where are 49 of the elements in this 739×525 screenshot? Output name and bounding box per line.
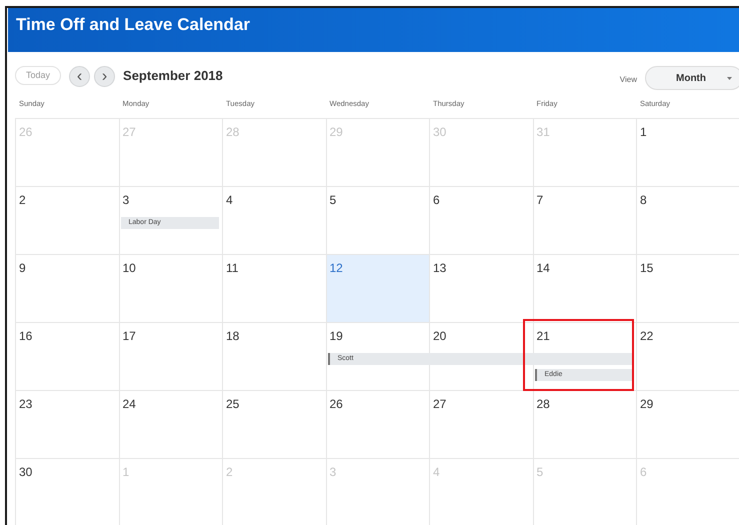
day-number: 28 bbox=[225, 124, 240, 141]
day-number: 3 bbox=[122, 192, 130, 209]
day-number: 19 bbox=[328, 328, 344, 345]
day-number: 31 bbox=[536, 124, 551, 141]
day-number: 4 bbox=[225, 192, 234, 209]
day-number: 5 bbox=[328, 192, 338, 209]
day-number: 1 bbox=[639, 124, 648, 141]
day-number: 27 bbox=[122, 124, 137, 141]
day-number: 3 bbox=[328, 464, 338, 481]
day-number: 9 bbox=[18, 260, 27, 277]
day-number: 10 bbox=[122, 260, 137, 277]
day-number: 6 bbox=[639, 464, 648, 481]
day-number: 23 bbox=[18, 396, 34, 413]
day-number: 26 bbox=[18, 124, 34, 141]
day-number: 28 bbox=[536, 396, 551, 413]
page-title: Time Off and Leave Calendar bbox=[16, 15, 251, 36]
day-number: 15 bbox=[639, 260, 654, 277]
day-number: 30 bbox=[432, 124, 448, 141]
day-number: 5 bbox=[536, 464, 544, 481]
day-number: 20 bbox=[432, 328, 448, 345]
day-number: 17 bbox=[122, 328, 137, 345]
day-number: 24 bbox=[122, 396, 137, 413]
day-number: 4 bbox=[432, 464, 441, 481]
view-dropdown[interactable]: Month bbox=[645, 66, 739, 90]
day-number: 21 bbox=[536, 328, 551, 345]
day-number: 13 bbox=[432, 260, 448, 277]
day-number: 2 bbox=[225, 464, 234, 481]
caret-icon bbox=[727, 76, 732, 80]
day-number: 16 bbox=[18, 328, 34, 345]
day-number: 12 bbox=[328, 260, 344, 277]
day-number: 6 bbox=[432, 192, 441, 209]
day-number: 30 bbox=[18, 464, 34, 481]
day-number: 25 bbox=[225, 396, 240, 413]
day-number: 1 bbox=[122, 464, 130, 481]
month-title: September 2018 bbox=[123, 67, 223, 85]
day-number: 14 bbox=[536, 260, 551, 277]
day-number: 8 bbox=[639, 192, 648, 209]
day-number: 29 bbox=[639, 396, 654, 413]
previous-button[interactable]: ‹ bbox=[69, 66, 90, 87]
day-number: 7 bbox=[536, 192, 544, 209]
day-number: 2 bbox=[18, 192, 27, 209]
day-number: 18 bbox=[225, 328, 240, 345]
day-number: 22 bbox=[639, 328, 654, 345]
day-number: 27 bbox=[432, 396, 448, 413]
next-button[interactable]: › bbox=[94, 66, 116, 87]
day-number: 26 bbox=[328, 396, 344, 413]
view-label: View bbox=[620, 74, 637, 86]
day-number: 29 bbox=[328, 124, 344, 141]
day-number: 11 bbox=[225, 260, 240, 277]
